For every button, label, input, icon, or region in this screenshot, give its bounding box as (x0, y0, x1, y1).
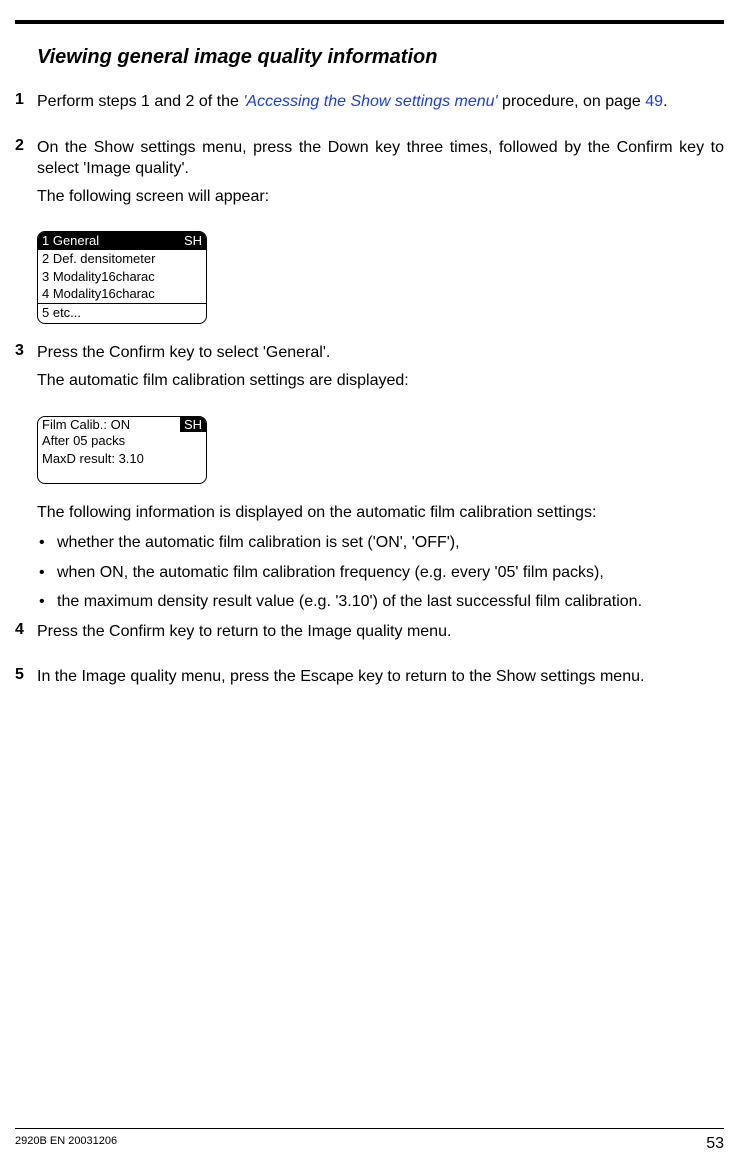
footer-page-number: 53 (706, 1135, 724, 1153)
step-3-line2: The automatic film calibration settings … (37, 370, 724, 392)
step-3-line1: Press the Confirm key to select 'General… (37, 342, 724, 364)
footer-rule (15, 1128, 724, 1129)
step-2: 2 On the Show settings menu, press the D… (15, 137, 724, 214)
screen2-tag: SH (180, 417, 206, 433)
step-1-number: 1 (15, 91, 37, 119)
screen2-row3: MaxD result: 3.10 (38, 450, 206, 468)
step-4-line1: Press the Confirm key to return to the I… (37, 621, 724, 643)
screen1-row5: 5 etc... (38, 304, 206, 322)
screen1-tag: SH (184, 233, 202, 249)
screen-image-quality-menu: 1 General SH 2 Def. densitometer 3 Modal… (37, 231, 207, 324)
footer-docnum: 2920B EN 20031206 (15, 1135, 706, 1153)
step-4: 4 Press the Confirm key to return to the… (15, 621, 724, 649)
screen1-row3: 3 Modality16charac (38, 268, 206, 286)
screen1-row2: 2 Def. densitometer (38, 250, 206, 268)
screen2-row1-text: Film Calib.: ON (38, 417, 180, 433)
step-1-text-b: procedure, on page (498, 93, 646, 110)
screen1-row1-text: 1 General (42, 233, 184, 249)
step-1: 1 Perform steps 1 and 2 of the 'Accessin… (15, 91, 724, 119)
screen1-row1: 1 General SH (38, 232, 206, 250)
page-footer: 2920B EN 20031206 53 (0, 1128, 739, 1153)
screen-calibration-settings: Film Calib.: ON SH After 05 packs MaxD r… (37, 416, 207, 485)
step-1-text-a: Perform steps 1 and 2 of the (37, 93, 243, 110)
step-1-text: Perform steps 1 and 2 of the 'Accessing … (37, 91, 724, 113)
step-1-text-c: . (663, 93, 667, 110)
screen2-row1: Film Calib.: ON SH (38, 417, 206, 433)
screen1-row4: 4 Modality16charac (38, 285, 206, 304)
step-4-number: 4 (15, 621, 37, 649)
step-2-number: 2 (15, 137, 37, 214)
step-3-line3: The following information is displayed o… (37, 502, 724, 524)
xref-page-49[interactable]: 49 (645, 93, 663, 110)
section-title: Viewing general image quality informatio… (37, 46, 724, 69)
top-rule (15, 20, 724, 24)
screen1-row5-text: 5 etc... (42, 305, 81, 320)
step-3: 3 Press the Confirm key to select 'Gener… (15, 342, 724, 397)
bullet-2: when ON, the automatic film calibration … (37, 562, 724, 584)
step-5-line1: In the Image quality menu, press the Esc… (37, 666, 724, 688)
bullet-3: the maximum density result value (e.g. '… (37, 591, 724, 613)
xref-show-settings[interactable]: 'Accessing the Show settings menu' (243, 93, 497, 110)
step-2-line2: The following screen will appear: (37, 186, 724, 208)
bullet-1: whether the automatic film calibration i… (37, 532, 724, 554)
step-2-line1: On the Show settings menu, press the Dow… (37, 137, 724, 180)
screen2-row2: After 05 packs (38, 432, 206, 450)
step-3-number: 3 (15, 342, 37, 397)
step-5: 5 In the Image quality menu, press the E… (15, 666, 724, 694)
step-3-bullets: whether the automatic film calibration i… (37, 532, 724, 613)
step-5-number: 5 (15, 666, 37, 694)
